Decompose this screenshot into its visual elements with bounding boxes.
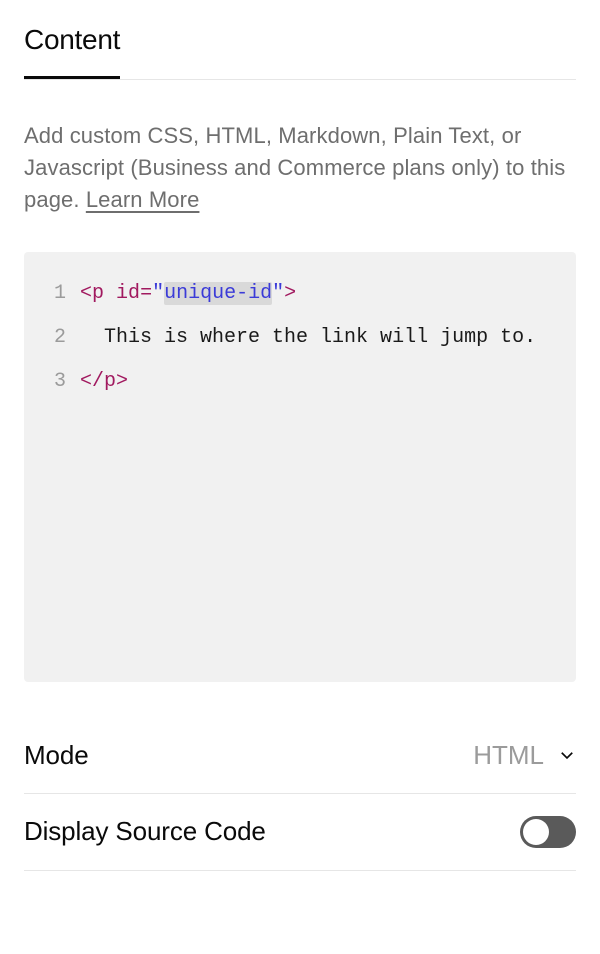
line-number: 3: [42, 360, 80, 404]
chevron-down-icon: [558, 746, 576, 764]
display-source-label: Display Source Code: [24, 816, 266, 847]
learn-more-link[interactable]: Learn More: [86, 187, 200, 212]
mode-value: HTML: [473, 740, 544, 771]
line-content: </p>: [80, 360, 558, 404]
line-number: 2: [42, 316, 80, 360]
code-editor[interactable]: 1 <p id="unique-id"> 2 This is where the…: [24, 252, 576, 682]
mode-label: Mode: [24, 740, 89, 771]
mode-select[interactable]: HTML: [473, 740, 576, 771]
display-source-row: Display Source Code: [24, 794, 576, 871]
line-number: 1: [42, 272, 80, 316]
code-line: 1 <p id="unique-id">: [42, 272, 558, 316]
toggle-knob: [523, 819, 549, 845]
tab-content[interactable]: Content: [24, 24, 120, 79]
display-source-toggle[interactable]: [520, 816, 576, 848]
description-text: Add custom CSS, HTML, Markdown, Plain Te…: [24, 120, 576, 216]
mode-row: Mode HTML: [24, 718, 576, 794]
code-line: 2 This is where the link will jump to.: [42, 316, 558, 360]
code-line: 3 </p>: [42, 360, 558, 404]
line-content: This is where the link will jump to.: [80, 316, 558, 360]
line-content: <p id="unique-id">: [80, 272, 558, 316]
tab-header: Content: [24, 24, 576, 80]
